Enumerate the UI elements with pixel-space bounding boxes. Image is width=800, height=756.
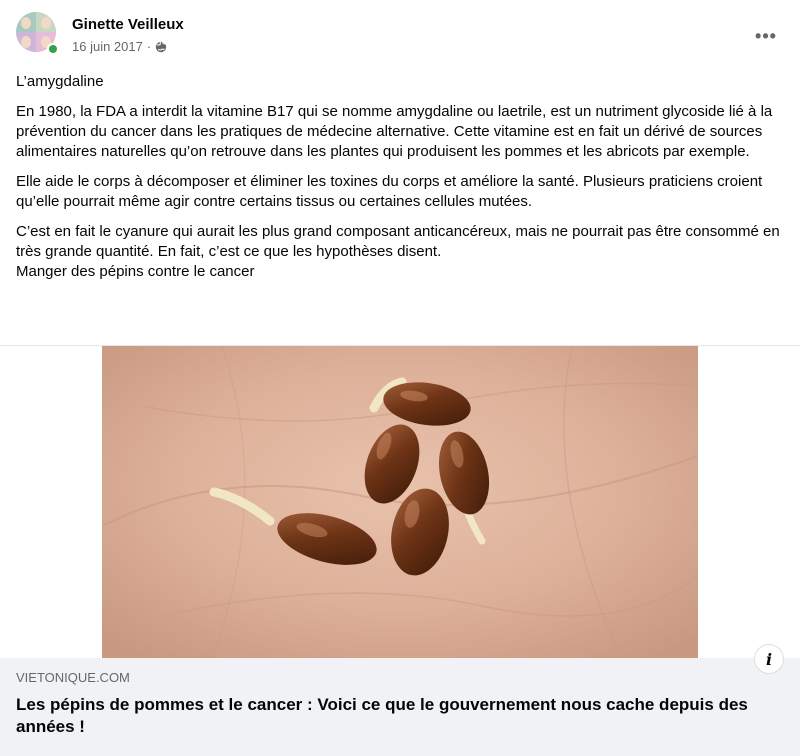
facebook-post: Ginette Veilleux 16 juin 2017 · ••• L’am… <box>0 0 800 756</box>
post-paragraph-3: C’est en fait le cyanure qui aurait les … <box>16 223 780 260</box>
meta-separator: · <box>146 39 152 54</box>
link-domain: VIETONIQUE.COM <box>16 670 130 685</box>
author-name[interactable]: Ginette Veilleux <box>72 16 184 33</box>
post-meta: 16 juin 2017 · <box>72 39 167 54</box>
apple-seeds-photo[interactable] <box>102 346 698 659</box>
globe-icon[interactable] <box>155 40 167 53</box>
post-closing-line: Manger des pépins contre le cancer <box>16 263 255 280</box>
more-horizontal-icon: ••• <box>755 25 777 46</box>
info-button[interactable]: i <box>754 644 784 674</box>
link-preview[interactable]: i VIETONIQUE.COM Les pépins de pommes et… <box>0 644 800 756</box>
link-title[interactable]: Les pépins de pommes et le cancer : Voic… <box>16 694 756 738</box>
post-paragraph-1: En 1980, la FDA a interdit la vitamine B… <box>16 103 773 160</box>
post-text: L’amygdaline En 1980, la FDA a interdit … <box>16 72 786 282</box>
more-options-button[interactable]: ••• <box>748 18 784 54</box>
post-heading: L’amygdaline <box>16 73 104 90</box>
link-image-container[interactable] <box>0 345 800 659</box>
post-date[interactable]: 16 juin 2017 <box>72 39 143 54</box>
post-header: Ginette Veilleux 16 juin 2017 · ••• <box>16 12 784 62</box>
online-status-dot <box>47 43 59 55</box>
info-icon: i <box>765 649 773 669</box>
post-paragraph-2: Elle aide le corps à décomposer et élimi… <box>16 173 763 210</box>
